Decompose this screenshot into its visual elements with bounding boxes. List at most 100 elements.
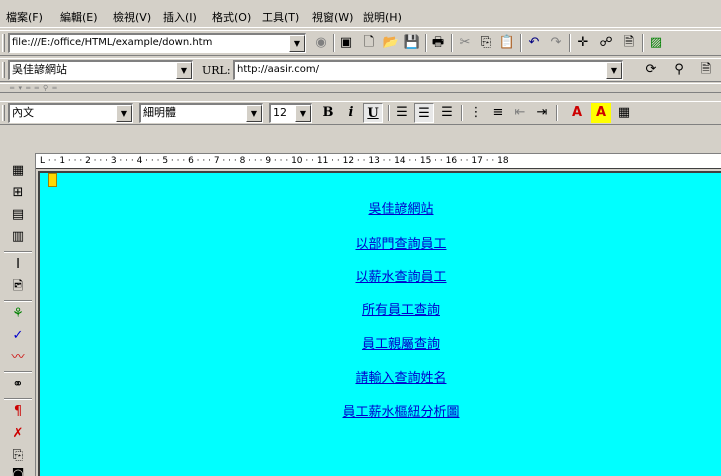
collapsed-toolbar[interactable]: ═ ▾ ═ ═ ⚲ ═ (0, 83, 721, 93)
insert-picture-icon[interactable]: 🖻 (8, 277, 28, 297)
font-combo[interactable]: 細明體 ▼ (139, 103, 263, 123)
page-icon[interactable]: 🗎 (619, 33, 639, 53)
picture-icon[interactable]: ▨ (646, 33, 666, 53)
toolbar-grip[interactable] (2, 105, 5, 121)
left-toolbar: ▦ ⊞ ▤ ▥ Ⅰ 🖻 ⚘ ✓ 〰 ⚭ ¶ ✗ ⎘ ◙ (0, 153, 36, 476)
increase-indent-icon[interactable]: ⇥ (532, 103, 552, 123)
refresh-icon[interactable]: ⟳ (641, 60, 661, 80)
cut-icon[interactable]: ✂ (455, 33, 475, 53)
hyperlink-icon[interactable]: ✛ (573, 33, 593, 53)
link-tools-icon[interactable]: ☍ (596, 33, 616, 53)
preview-icon[interactable]: ▣ (336, 33, 356, 53)
paste-icon[interactable]: 📋 (497, 33, 517, 53)
toolbar-separator (425, 34, 427, 52)
toolbar-separator (4, 251, 32, 253)
decrease-indent-icon[interactable]: ⇤ (510, 103, 530, 123)
menu-tools[interactable]: 工具(T) (262, 9, 299, 25)
toolbar-separator (461, 105, 463, 121)
link-employee-relatives[interactable]: 員工親屬查詢 (276, 333, 526, 352)
collapsed-toolbar-icon: ═ ▾ ═ ═ ⚲ ═ (10, 84, 58, 92)
insert-frame-icon[interactable]: ▤ (8, 205, 28, 225)
toolbar-grip[interactable] (2, 34, 5, 52)
clear-format-icon[interactable]: ✗ (8, 424, 28, 444)
toolbar-separator (4, 398, 32, 400)
site-name-combo[interactable]: 吳佳諺網站 ▼ (8, 60, 193, 80)
menu-insert[interactable]: 插入(I) (163, 9, 197, 25)
font-size-value: 12 (273, 106, 287, 119)
font-dropdown-button[interactable]: ▼ (246, 105, 262, 122)
ruler-scale: L · · 1 · · · 2 · · · 3 · · · 4 · · · 5 … (40, 156, 509, 166)
toolbar-separator (4, 371, 32, 373)
toolbar-separator (4, 300, 32, 302)
text-box-icon[interactable]: Ⅰ (8, 255, 28, 275)
web-component-icon[interactable]: ⚘ (8, 304, 28, 324)
url-value: http://aasir.com/ (237, 64, 319, 75)
font-size-dropdown-button[interactable]: ▼ (295, 105, 311, 122)
link-salary-pivot-chart[interactable]: 員工薪水樞紐分析圖 (276, 401, 526, 420)
link-query-by-salary[interactable]: 以薪水查詢員工 (276, 266, 526, 285)
link-query-by-name[interactable]: 請輸入查詢姓名 (276, 367, 526, 386)
horizontal-ruler[interactable]: L · · 1 · · · 2 · · · 3 · · · 4 · · · 5 … (36, 153, 721, 169)
url-dropdown-button[interactable]: ▼ (606, 62, 622, 79)
highlight-button[interactable]: A (591, 103, 611, 123)
menu-format[interactable]: 格式(O) (212, 9, 251, 25)
menu-file[interactable]: 檔案(F) (6, 9, 43, 25)
toolbar-separator (451, 34, 453, 52)
menu-window[interactable]: 視窗(W) (312, 9, 353, 25)
insert-frame-2-icon[interactable]: ▥ (8, 227, 28, 247)
menu-help[interactable]: 說明(H) (363, 9, 402, 25)
spelling-check-icon[interactable]: ✓ (8, 326, 28, 346)
copy-icon[interactable]: ⎘ (476, 33, 496, 53)
open-folder-icon[interactable]: 📂 (381, 33, 401, 53)
new-document-icon[interactable]: 🗋 (359, 33, 379, 53)
underline-button[interactable]: U (363, 103, 383, 123)
table-icon[interactable]: ▦ (614, 103, 634, 123)
toolbar-separator (388, 105, 390, 121)
address-dropdown-button[interactable]: ▼ (289, 35, 305, 52)
site-name-value: 吳佳諺網站 (12, 63, 67, 76)
grammar-check-icon[interactable]: 〰 (8, 348, 28, 368)
standard-toolbar: file:///E:/office/HTML/example/down.htm … (0, 30, 721, 56)
insert-form-icon[interactable]: ⊞ (8, 183, 28, 203)
show-formatting-icon[interactable]: ¶ (8, 402, 28, 422)
style-combo[interactable]: 內文 ▼ (8, 103, 133, 123)
style-dropdown-button[interactable]: ▼ (116, 105, 132, 122)
numbered-list-icon[interactable]: ⋮ (466, 103, 486, 123)
toolbar-separator (556, 105, 558, 121)
toolbar-separator (569, 34, 571, 52)
italic-button[interactable]: i (341, 103, 361, 123)
stop-icon[interactable]: ◉ (311, 33, 331, 53)
align-center-icon[interactable]: ☰ (414, 103, 434, 123)
align-left-icon[interactable]: ☰ (392, 103, 412, 123)
address-combo[interactable]: file:///E:/office/HTML/example/down.htm … (8, 33, 306, 53)
menu-bar: 檔案(F) 編輯(E) 檢視(V) 插入(I) 格式(O) 工具(T) 視窗(W… (0, 0, 721, 28)
link-all-employees[interactable]: 所有員工查詢 (276, 299, 526, 318)
font-size-combo[interactable]: 12 ▼ (269, 103, 312, 123)
link-query-by-department[interactable]: 以部門查詢員工 (276, 233, 526, 252)
document-editor[interactable]: 吳佳諺網站 以部門查詢員工 以薪水查詢員工 所有員工查詢 員工親屬查詢 請輸入查… (38, 171, 721, 476)
print-icon[interactable]: 🖶 (428, 33, 448, 53)
site-name-dropdown-button[interactable]: ▼ (176, 62, 192, 79)
toolbar-separator (520, 34, 522, 52)
menu-view[interactable]: 檢視(V) (113, 9, 151, 25)
go-page-icon[interactable]: 🗎 (696, 60, 716, 80)
web-toolbar: 吳佳諺網站 ▼ URL: http://aasir.com/ ▼ ⟳ ⚲ 🗎 (0, 58, 721, 82)
redo-icon[interactable]: ↷ (546, 33, 566, 53)
bookmark-marker-icon (48, 173, 57, 187)
font-color-button[interactable]: A (567, 103, 587, 123)
undo-icon[interactable]: ↶ (524, 33, 544, 53)
bold-button[interactable]: B (318, 103, 338, 123)
insert-table-icon[interactable]: ▦ (8, 161, 28, 181)
save-icon[interactable]: 💾 (402, 33, 422, 53)
align-right-icon[interactable]: ☰ (437, 103, 457, 123)
url-combo[interactable]: http://aasir.com/ ▼ (233, 60, 623, 80)
link-site-home[interactable]: 吳佳諺網站 (276, 198, 526, 217)
search-web-icon[interactable]: ⚲ (669, 60, 689, 80)
bulleted-list-icon[interactable]: ≡ (488, 103, 508, 123)
find-icon[interactable]: ⚭ (8, 375, 28, 395)
style-value: 內文 (12, 106, 34, 119)
page-view-icon[interactable]: ◙ (8, 465, 28, 476)
copy-page-icon[interactable]: ⎘ (8, 446, 28, 466)
toolbar-grip[interactable] (2, 62, 5, 78)
menu-edit[interactable]: 編輯(E) (60, 9, 98, 25)
